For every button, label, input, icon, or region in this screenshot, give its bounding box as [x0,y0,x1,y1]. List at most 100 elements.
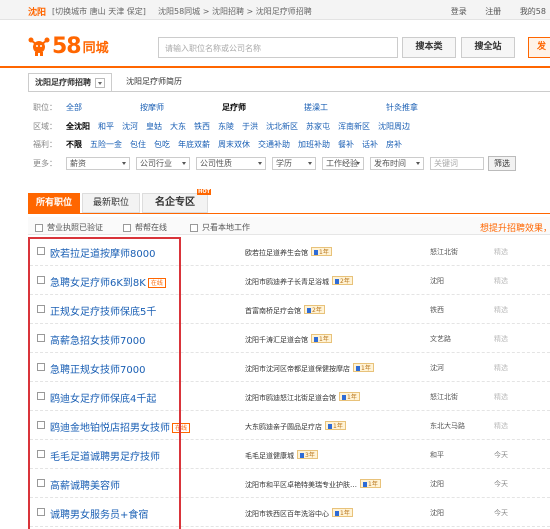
filter-benefit-item[interactable]: 包住 [130,139,146,150]
search-all-button[interactable]: 搜全站 [461,37,515,58]
company-name[interactable]: 沈阳市鸥迪养子长青足浴城 2年 [245,276,353,287]
company-name[interactable]: 毛毛足道健康城 3年 [245,450,318,461]
membership-years-badge: 1年 [353,363,374,372]
filter-area-item[interactable]: 和平 [98,121,114,132]
job-location: 沈阳 [430,480,444,488]
filter-benefit-item[interactable]: 周末双休 [218,139,250,150]
logo-brand-suffix: 同城 [82,40,109,56]
company-name[interactable]: 沈阳市铁西区百年洗浴中心 1年 [245,508,353,519]
tab-recruitment[interactable]: 沈阳足疗师招聘 [28,73,112,91]
company-name-text: 毛毛足道健康城 [245,452,294,460]
checkbox[interactable] [123,223,131,232]
filter-area-item[interactable]: 沈阳周边 [378,121,410,132]
company-name-text: 沈阳市鸥迪养子长青足浴城 [245,278,329,286]
filter-area-item[interactable]: 浑南新区 [338,121,370,132]
filter-benefit-item[interactable]: 不限 [66,139,82,150]
search-input[interactable]: 请输入职位名称或公司名称 [158,37,398,58]
mascot-icon [28,35,50,57]
filter-position-all[interactable]: 全部 [66,102,82,113]
tab-famous-label: 名企专区 [155,197,196,208]
post-date: 精选 [494,277,508,285]
chevron-down-icon[interactable] [95,77,105,88]
post-button[interactable]: 发 [528,37,550,58]
membership-years-badge: 1年 [332,508,353,517]
tab-underline [28,91,550,92]
listing-options: 营业执照已验证 帮帮在线 只看本地工作 想提升招聘效果， [28,217,550,235]
membership-years-badge: 1年 [311,334,332,343]
post-time-select[interactable]: 发布时间 [370,157,424,170]
industry-select[interactable]: 公司行业 [136,157,190,170]
company-name-text: 沈阳市沈河区帝都足道保健按摩店 [245,365,350,373]
help-online-label: 帮帮在线 [135,223,167,232]
checkbox[interactable] [190,223,198,232]
tab-resume[interactable]: 沈阳足疗师简历 [112,73,196,91]
help-online-option[interactable]: 帮帮在线 [123,222,167,233]
company-name[interactable]: 沈阳市沈河区帝都足道保健按摩店 1年 [245,363,374,374]
filter-position-masseur[interactable]: 按摩师 [140,102,164,113]
company-name-text: 大东鸥迪亲子圆品足疗店 [245,423,322,431]
tab-latest-jobs[interactable]: 最新职位 [82,193,141,213]
filter-benefit-item[interactable]: 房补 [386,139,402,150]
post-date: 精选 [494,422,508,430]
search-category-button[interactable]: 搜本类 [402,37,456,58]
filter-position-foot[interactable]: 足疗师 [222,102,246,113]
filter-benefit-item[interactable]: 交通补助 [258,139,290,150]
keyword-input[interactable]: 关键词 [430,157,484,170]
salary-select[interactable]: 薪资 [66,157,130,170]
filter-benefit-item[interactable]: 话补 [362,139,378,150]
filter-area-item[interactable]: 大东 [170,121,186,132]
filter-area-item[interactable]: 沈河 [122,121,138,132]
filter-area-item[interactable]: 东陵 [218,121,234,132]
company-name[interactable]: 欧若拉足道养生会馆 1年 [245,247,332,258]
filter-area-item[interactable]: 皇姑 [146,121,162,132]
tab-famous-companies[interactable]: 名企专区 HOT [142,189,212,213]
register-link[interactable]: 注册 [485,7,501,16]
job-location: 怒江北街 [430,248,458,256]
local-only-option[interactable]: 只看本地工作 [190,222,250,233]
filter-area-item[interactable]: 全沈阳 [66,121,90,132]
top-bar: 沈阳 [切换城市 唐山 天津 保定] 沈阳58同城 > 沈阳招聘 > 沈阳足疗师… [0,0,550,20]
membership-years-badge: 2年 [304,305,325,314]
filter-area-item[interactable]: 苏家屯 [306,121,330,132]
filter-area-item[interactable]: 沈北新区 [266,121,298,132]
membership-years-badge: 3年 [297,450,318,459]
company-name-text: 首富南桥足疗会馆 [245,307,301,315]
membership-years-badge: 1年 [311,247,332,256]
breadcrumb[interactable]: 沈阳58同城 > 沈阳招聘 > 沈阳足疗师招聘 [158,6,312,17]
experience-select[interactable]: 工作经验 [322,157,364,170]
filter-more-label: 更多： [33,159,57,168]
company-name[interactable]: 沈阳千涛汇足道会馆 1年 [245,334,332,345]
company-type-select[interactable]: 公司性质 [196,157,266,170]
filter-benefit-item[interactable]: 加班补助 [298,139,330,150]
post-date: 精选 [494,306,508,314]
company-name[interactable]: 沈阳市和平区卓艳特美瑞专业护肤… 1年 [245,479,381,490]
switch-city-links[interactable]: [切换城市 唐山 天津 保定] [52,6,146,17]
my58-link[interactable]: 我的58 [520,7,546,16]
current-city[interactable]: 沈阳 [28,5,46,18]
company-name[interactable]: 大东鸥迪亲子圆品足疗店 1年 [245,421,346,432]
hot-badge: HOT [197,189,212,195]
login-link[interactable]: 登录 [451,7,467,16]
education-select[interactable]: 学历 [272,157,316,170]
filter-benefit-item[interactable]: 包吃 [154,139,170,150]
filter-position-acupuncture[interactable]: 针灸推拿 [386,102,418,113]
promo-link[interactable]: 想提升招聘效果， [480,221,550,234]
company-name[interactable]: 首富南桥足疗会馆 2年 [245,305,325,316]
filter-benefits-label: 福利： [33,139,57,149]
tab-all-jobs[interactable]: 所有职位 [28,193,81,213]
job-location: 沈阳 [430,277,444,285]
filter-benefit-item[interactable]: 餐补 [338,139,354,150]
post-date: 今天 [494,480,508,488]
license-verified-option[interactable]: 营业执照已验证 [35,222,103,233]
filter-benefit-item[interactable]: 年底双薪 [178,139,210,150]
job-location: 沈河 [430,364,444,372]
filter-position-bath[interactable]: 搓澡工 [304,102,328,113]
site-logo[interactable]: 58 同城 [28,32,109,60]
company-name-text: 欧若拉足道养生会馆 [245,249,308,257]
checkbox[interactable] [35,223,43,232]
company-name[interactable]: 沈阳市鸥迪怒江北街足道会馆 1年 [245,392,360,403]
filter-area-item[interactable]: 铁西 [194,121,210,132]
filter-benefit-item[interactable]: 五险一金 [90,139,122,150]
filter-button[interactable]: 筛选 [488,156,516,171]
filter-area-item[interactable]: 于洪 [242,121,258,132]
